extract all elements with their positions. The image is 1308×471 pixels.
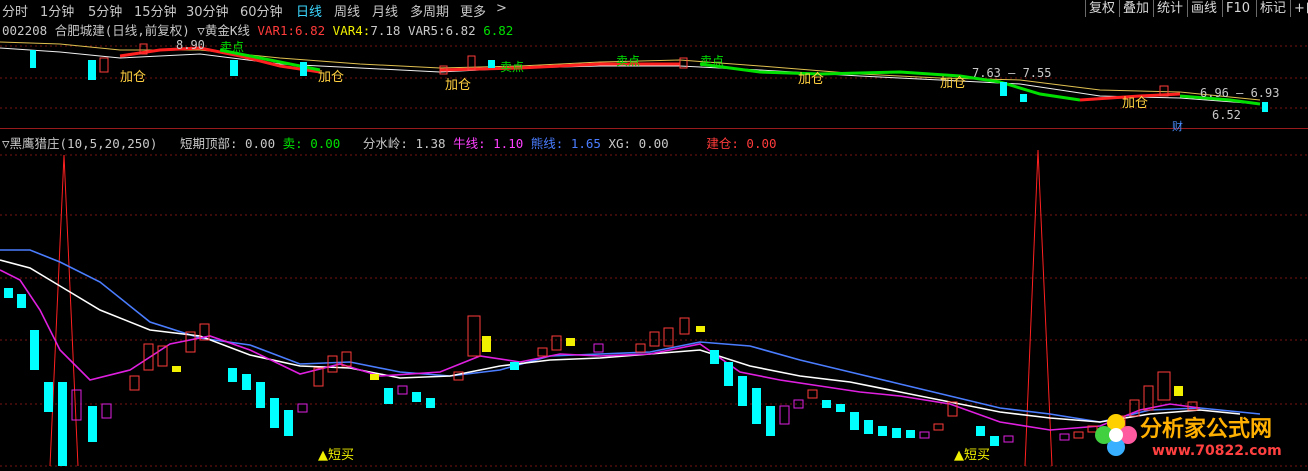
- site-watermark: 分析家公式网 www.70822.com: [1092, 409, 1302, 469]
- bull-line: [0, 269, 1201, 431]
- finance-badge[interactable]: 财: [1172, 118, 1183, 134]
- watermark-text: 分析家公式网: [1140, 417, 1273, 442]
- bear-line: [0, 249, 1261, 423]
- watermark-url: www.70822.com: [1152, 443, 1282, 459]
- high-price-label: 8.90: [176, 38, 205, 52]
- annotation-sell-4: 卖点: [700, 54, 725, 68]
- annotation-sell-1: 卖点: [220, 40, 245, 54]
- annotation-sell-2: 卖点: [500, 60, 525, 74]
- annotation-add-1: 加仓: [120, 70, 147, 85]
- annotation-add-3: 加仓: [445, 78, 472, 93]
- short-buy-signal-1: ▲短买: [318, 448, 354, 463]
- annotation-sell-3: 卖点: [616, 54, 641, 68]
- right-price-label: 6.96 — 6.93: [1200, 86, 1280, 100]
- annotation-add-4: 加仓: [798, 72, 825, 87]
- peak-line-right: [1024, 149, 1053, 467]
- flower-logo-icon: [1095, 414, 1137, 456]
- annotation-add-5: 加仓: [940, 76, 967, 91]
- annotation-add-6: 加仓: [1122, 96, 1149, 111]
- mid-price-label: 7.63 — 7.55: [972, 66, 1052, 80]
- sub-bars: [4, 288, 1198, 466]
- short-buy-signal-2: ▲短买: [954, 448, 990, 463]
- chart-canvas: [0, 41, 1308, 467]
- annotation-add-2: 加仓: [318, 70, 345, 85]
- low-price-label: 6.52: [1212, 108, 1241, 122]
